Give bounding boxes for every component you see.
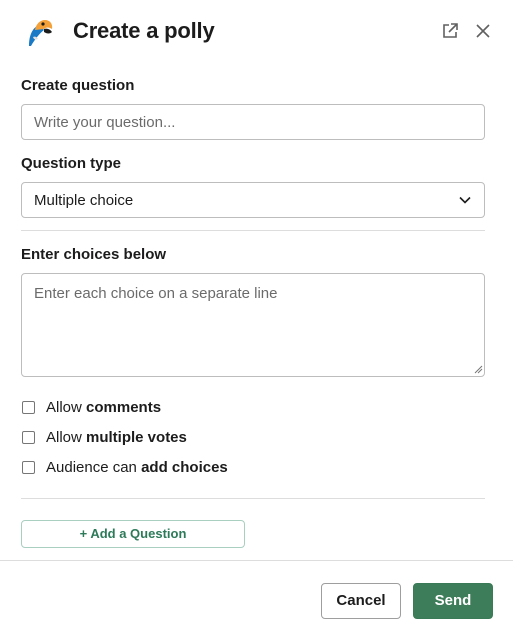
allow-comments-option[interactable]: Allow comments <box>21 398 161 416</box>
footer-divider <box>0 560 513 561</box>
close-icon[interactable] <box>473 21 493 41</box>
external-link-icon[interactable] <box>440 21 460 41</box>
cancel-button[interactable]: Cancel <box>321 583 401 619</box>
question-type-value: Multiple choice <box>34 192 134 209</box>
modal-header: Create a polly <box>0 0 513 66</box>
chevron-down-icon <box>459 196 471 204</box>
allow-multiple-votes-checkbox[interactable] <box>22 430 35 444</box>
question-input[interactable] <box>21 104 485 140</box>
allow-multiple-votes-label: Allow multiple votes <box>46 428 187 446</box>
audience-add-choices-option[interactable]: Audience can add choices <box>21 458 228 476</box>
question-type-select[interactable]: Multiple choice <box>21 182 485 218</box>
audience-add-choices-label: Audience can add choices <box>46 458 228 476</box>
resize-grip-icon[interactable] <box>474 365 483 374</box>
modal-title: Create a polly <box>73 18 215 43</box>
allow-comments-label: Allow comments <box>46 398 162 416</box>
audience-add-choices-checkbox[interactable] <box>22 460 35 474</box>
add-question-button[interactable]: + Add a Question <box>21 520 245 548</box>
polly-parrot-logo-icon <box>29 20 53 46</box>
section-divider <box>21 230 485 231</box>
send-button[interactable]: Send <box>413 583 493 619</box>
allow-multiple-votes-option[interactable]: Allow multiple votes <box>21 428 187 446</box>
choices-textarea[interactable] <box>21 273 485 377</box>
question-type-label: Question type <box>21 155 122 172</box>
create-question-label: Create question <box>21 77 135 94</box>
section-divider <box>21 498 485 499</box>
allow-comments-checkbox[interactable] <box>22 400 35 414</box>
enter-choices-label: Enter choices below <box>21 246 167 263</box>
